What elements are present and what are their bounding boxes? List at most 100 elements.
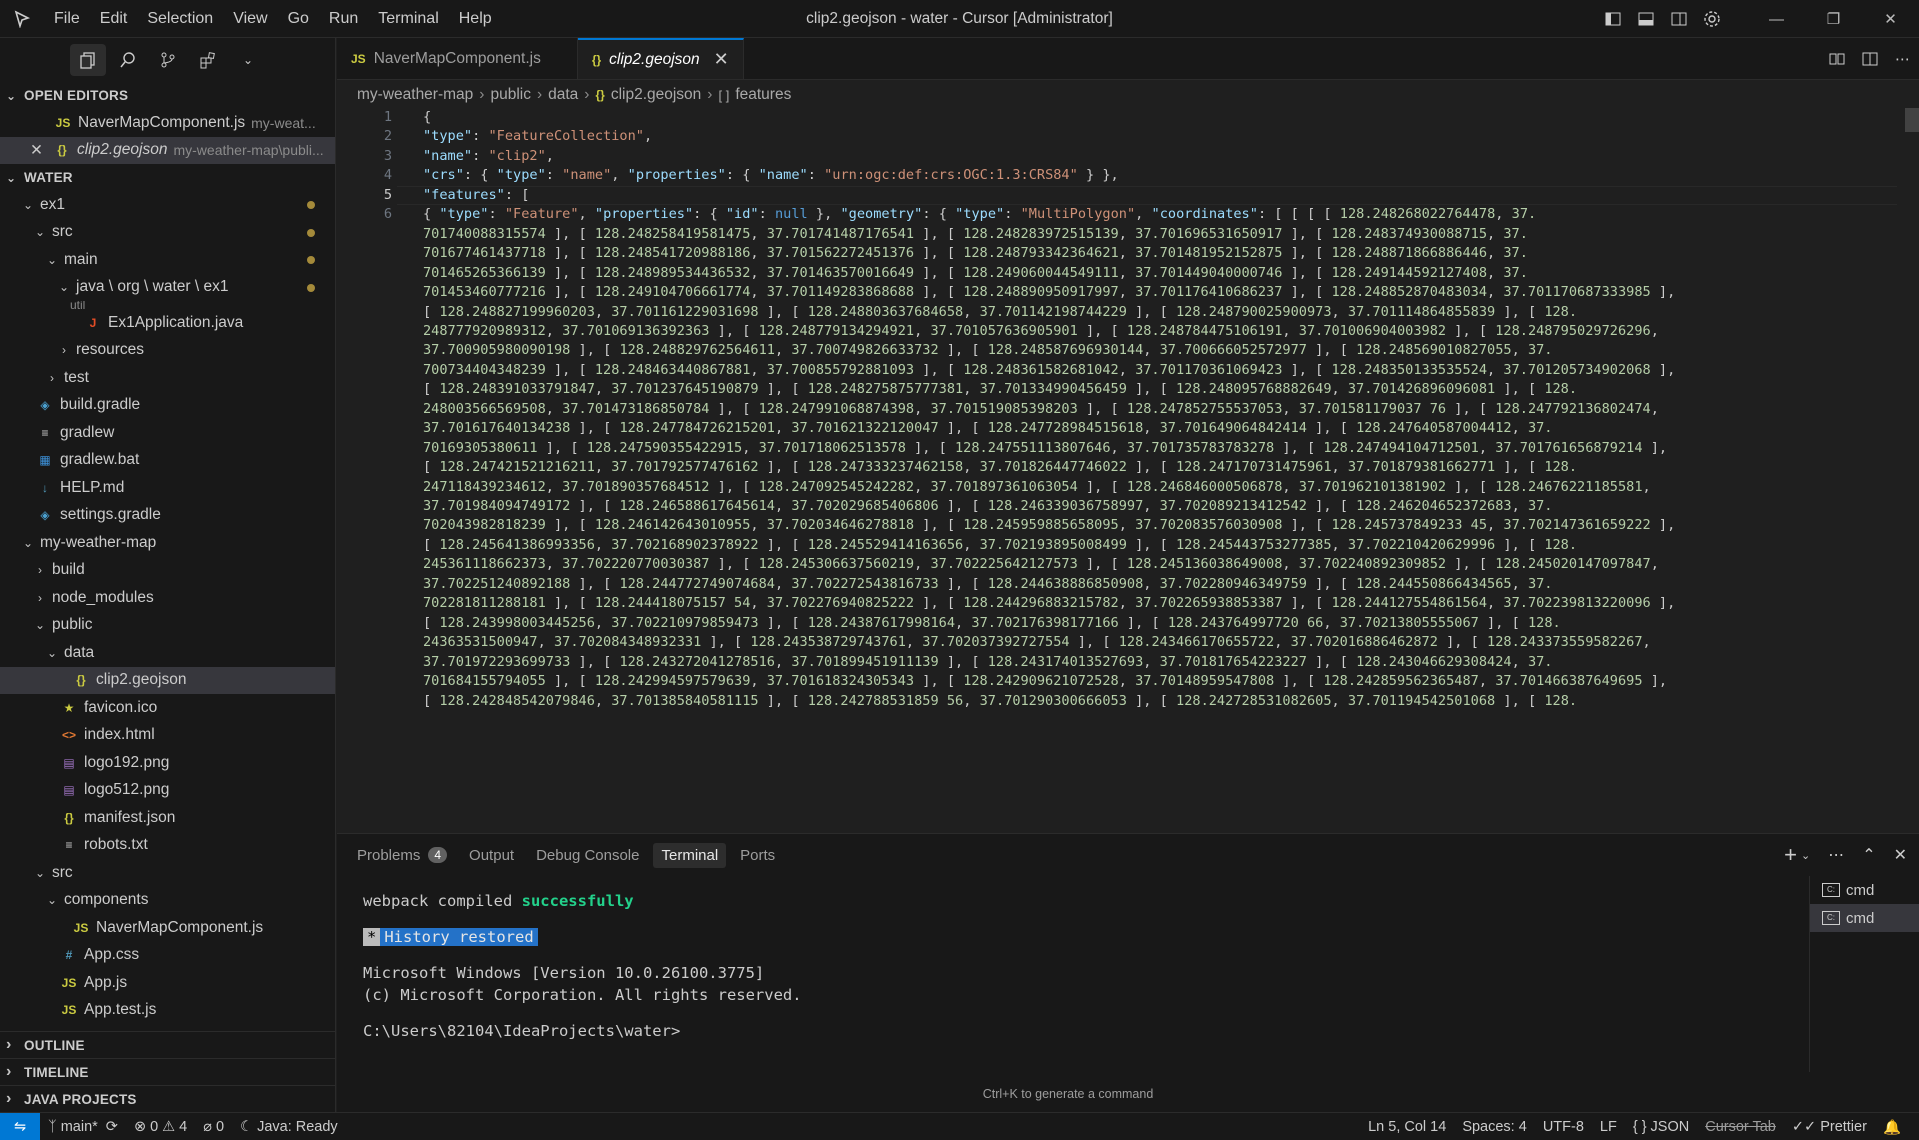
maximize-panel-icon[interactable]: ⌃ [1862, 845, 1875, 865]
language-mode[interactable]: { } JSON [1625, 1119, 1697, 1135]
panel-tab-problems[interactable]: Problems 4 [349, 843, 455, 868]
tree-item[interactable]: › test [0, 364, 335, 392]
toggle-secondary-sidebar-icon[interactable] [1662, 0, 1695, 38]
breadcrumb-item[interactable]: my-weather-map [357, 86, 473, 104]
menu-edit[interactable]: Edit [90, 0, 138, 38]
tree-item[interactable]: › resources [0, 337, 335, 365]
section-outline[interactable]: › OUTLINE [0, 1031, 336, 1058]
tree-item[interactable]: ⌄ components [0, 887, 335, 915]
panel-more-icon[interactable]: ⋯ [1828, 845, 1844, 865]
close-panel-icon[interactable]: ✕ [1894, 845, 1907, 865]
workspace-header[interactable]: ⌄ WATER [0, 164, 335, 191]
menu-help[interactable]: Help [449, 0, 502, 38]
more-actions-icon[interactable]: ⋯ [1886, 40, 1919, 78]
terminal-instance[interactable]: C: cmd [1810, 876, 1919, 904]
code-editor[interactable]: 1 2 3 4 5 6 {"type": "FeatureCollection", "name… [337, 108, 1919, 833]
tree-item[interactable]: {} clip2.geojson [0, 666, 335, 694]
terminal-prompt[interactable]: C:\Users\82104\IdeaProjects\water> [363, 1020, 1799, 1042]
tree-item[interactable]: ⌄ my-weather-map [0, 529, 335, 557]
tree-item[interactable]: # App.css [0, 942, 335, 970]
image-file-icon: ▤ [63, 755, 75, 770]
encoding[interactable]: UTF-8 [1535, 1119, 1592, 1135]
branch-status[interactable]: ᛉ main* ⟳ [40, 1119, 126, 1135]
problems-status[interactable]: ⊗ 0 ⚠ 4 [126, 1119, 195, 1135]
split-editor-icon[interactable] [1853, 40, 1886, 78]
end-of-line[interactable]: LF [1592, 1119, 1625, 1135]
restore-icon[interactable]: ❐ [1805, 0, 1862, 38]
toggle-panel-icon[interactable] [1629, 0, 1662, 38]
extensions-icon[interactable] [190, 44, 226, 76]
breadcrumb-item[interactable]: clip2.geojson [611, 86, 701, 104]
search-icon[interactable] [110, 44, 146, 76]
new-terminal-icon[interactable]: + [1784, 842, 1797, 868]
tree-item[interactable]: ◈ build.gradle [0, 392, 335, 420]
java-status[interactable]: ☾ Java: Ready [232, 1119, 346, 1135]
terminal-dropdown-chevron-icon[interactable]: ⌄ [1801, 849, 1810, 862]
tree-item[interactable]: JS App.test.js [0, 997, 335, 1025]
tree-item[interactable]: ⌄ main [0, 246, 335, 274]
open-editor-item[interactable]: JS NaverMapComponent.js my-weat... [0, 109, 335, 137]
tree-item[interactable]: ★ favicon.ico [0, 694, 335, 722]
panel-tab-debug-console[interactable]: Debug Console [528, 843, 647, 868]
more-views-chevron-icon[interactable]: ⌄ [230, 44, 266, 76]
explorer-files-icon[interactable] [70, 44, 106, 76]
cursor-tab-toggle[interactable]: Cursor Tab [1697, 1119, 1784, 1135]
tree-item[interactable]: ▤ logo512.png [0, 777, 335, 805]
minimize-icon[interactable]: — [1748, 0, 1805, 38]
terminal-instance[interactable]: C: cmd [1810, 904, 1919, 932]
tree-item[interactable]: › node_modules [0, 584, 335, 612]
remote-indicator-icon[interactable]: ⇋ [0, 1112, 40, 1140]
close-icon[interactable]: ✕ [30, 141, 43, 160]
tree-item[interactable]: ≡ gradlew [0, 419, 335, 447]
panel-tab-terminal[interactable]: Terminal [653, 842, 727, 868]
tree-item[interactable]: J Ex1Application.java [0, 309, 335, 337]
tree-item[interactable]: <> index.html [0, 722, 335, 750]
editor-scrollbar[interactable] [1905, 108, 1919, 132]
close-tab-icon[interactable]: ✕ [714, 49, 729, 70]
menu-view[interactable]: View [223, 0, 277, 38]
section-java-projects[interactable]: › JAVA PROJECTS [0, 1085, 336, 1112]
toggle-primary-sidebar-icon[interactable] [1596, 0, 1629, 38]
tree-item[interactable]: ⌄ ex1 [0, 191, 335, 219]
panel-tab-output[interactable]: Output [461, 843, 522, 868]
prettier-status[interactable]: ✓✓ Prettier [1784, 1119, 1875, 1135]
breadcrumb-item[interactable]: features [735, 86, 791, 104]
tree-item[interactable]: ⌄ src [0, 859, 335, 887]
breadcrumb-item[interactable]: data [548, 86, 578, 104]
editor-tab[interactable]: {} clip2.geojson ✕ [577, 38, 744, 79]
close-window-icon[interactable]: ✕ [1862, 0, 1919, 38]
editor-tab[interactable]: JS NaverMapComponent.js [337, 38, 578, 79]
tree-item[interactable]: ⌄ data [0, 639, 335, 667]
menu-go[interactable]: Go [278, 0, 319, 38]
code-line-wrapped: 37.702251240892188 ], [ 128.244772749074… [423, 575, 1553, 592]
tree-item[interactable]: {} manifest.json [0, 804, 335, 832]
ports-status[interactable]: ⌀ 0 [195, 1119, 232, 1135]
settings-gear-icon[interactable] [1695, 0, 1728, 38]
open-editors-header[interactable]: ⌄ OPEN EDITORS [0, 82, 335, 109]
open-editor-item[interactable]: ✕ {} clip2.geojson my-weather-map\publi... [0, 136, 335, 164]
tree-item[interactable]: ≡ robots.txt [0, 832, 335, 860]
tree-item[interactable]: JS App.js [0, 969, 335, 997]
menu-file[interactable]: File [44, 0, 90, 38]
tree-item[interactable]: ↓ HELP.md [0, 474, 335, 502]
breadcrumb-item[interactable]: public [490, 86, 531, 104]
tree-item[interactable]: ◈ settings.gradle [0, 502, 335, 530]
tree-item[interactable]: ⌄ java \ org \ water \ ex1 [0, 274, 335, 302]
cursor-position[interactable]: Ln 5, Col 14 [1360, 1119, 1454, 1135]
notifications-bell-icon[interactable]: 🔔 [1875, 1119, 1909, 1136]
menu-selection[interactable]: Selection [137, 0, 223, 38]
panel-tab-ports[interactable]: Ports [732, 843, 783, 868]
section-timeline[interactable]: › TIMELINE [0, 1058, 336, 1085]
tree-item[interactable]: ⌄ src [0, 219, 335, 247]
menu-terminal[interactable]: Terminal [368, 0, 448, 38]
tree-item[interactable]: ▤ logo192.png [0, 749, 335, 777]
indentation[interactable]: Spaces: 4 [1454, 1119, 1535, 1135]
tree-item[interactable]: JS NaverMapComponent.js [0, 914, 335, 942]
tree-item[interactable]: › build [0, 557, 335, 585]
menu-run[interactable]: Run [319, 0, 368, 38]
source-control-icon[interactable] [150, 44, 186, 76]
compare-changes-icon[interactable] [1820, 40, 1853, 78]
tree-item[interactable]: ▦ gradlew.bat [0, 447, 335, 475]
tree-item[interactable]: ⌄ public [0, 612, 335, 640]
terminal-output[interactable]: webpack compiled successfully * History r… [337, 876, 1799, 1113]
